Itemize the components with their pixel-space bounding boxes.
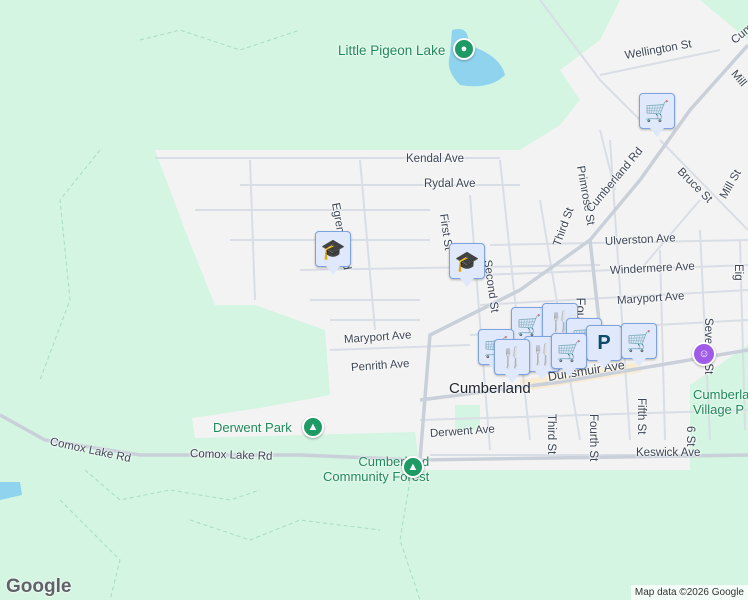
shopping-marker-icon[interactable]: 🛒: [551, 333, 587, 377]
street-label-sixth: 6 St: [684, 426, 696, 447]
village-park-label-line2: Village P: [693, 402, 745, 417]
restaurant-marker-icon[interactable]: 🍴: [494, 339, 530, 383]
shopping-marker-icon[interactable]: 🛒: [639, 93, 675, 137]
attraction-pin-icon[interactable]: ☺: [692, 342, 716, 366]
shopping-marker-icon[interactable]: 🛒: [621, 323, 657, 367]
pond: [0, 482, 22, 500]
park-tree-icon[interactable]: ▲: [302, 416, 324, 438]
parking-marker-icon[interactable]: P: [586, 325, 622, 369]
street-label-eig: Eig: [732, 264, 744, 281]
street-label-third-south: Third St: [545, 414, 557, 455]
street-label-kendal: Kendal Ave: [406, 153, 464, 165]
school-marker-icon[interactable]: 🎓: [315, 231, 351, 275]
village-park-label: CumberlandVillage P: [693, 387, 748, 417]
village-park-label-line1: Cumberland: [693, 387, 748, 402]
derwent-park-label: Derwent Park: [213, 420, 292, 435]
street-label-keswick: Keswick Ave: [636, 447, 701, 459]
map-attribution[interactable]: Map data ©2026 Google: [630, 585, 748, 600]
forest-tree-icon[interactable]: ▲: [402, 456, 424, 478]
school-marker-icon[interactable]: 🎓: [449, 243, 485, 287]
lake-label: Little Pigeon Lake: [338, 43, 446, 58]
street-label-fifth: Fifth St: [635, 398, 647, 435]
street-label-rydal: Rydal Ave: [424, 178, 476, 190]
street-label-fourth-south: Fourth St: [587, 414, 599, 462]
google-logo: Google: [6, 576, 72, 597]
lake-pin-icon[interactable]: ●: [453, 38, 475, 60]
